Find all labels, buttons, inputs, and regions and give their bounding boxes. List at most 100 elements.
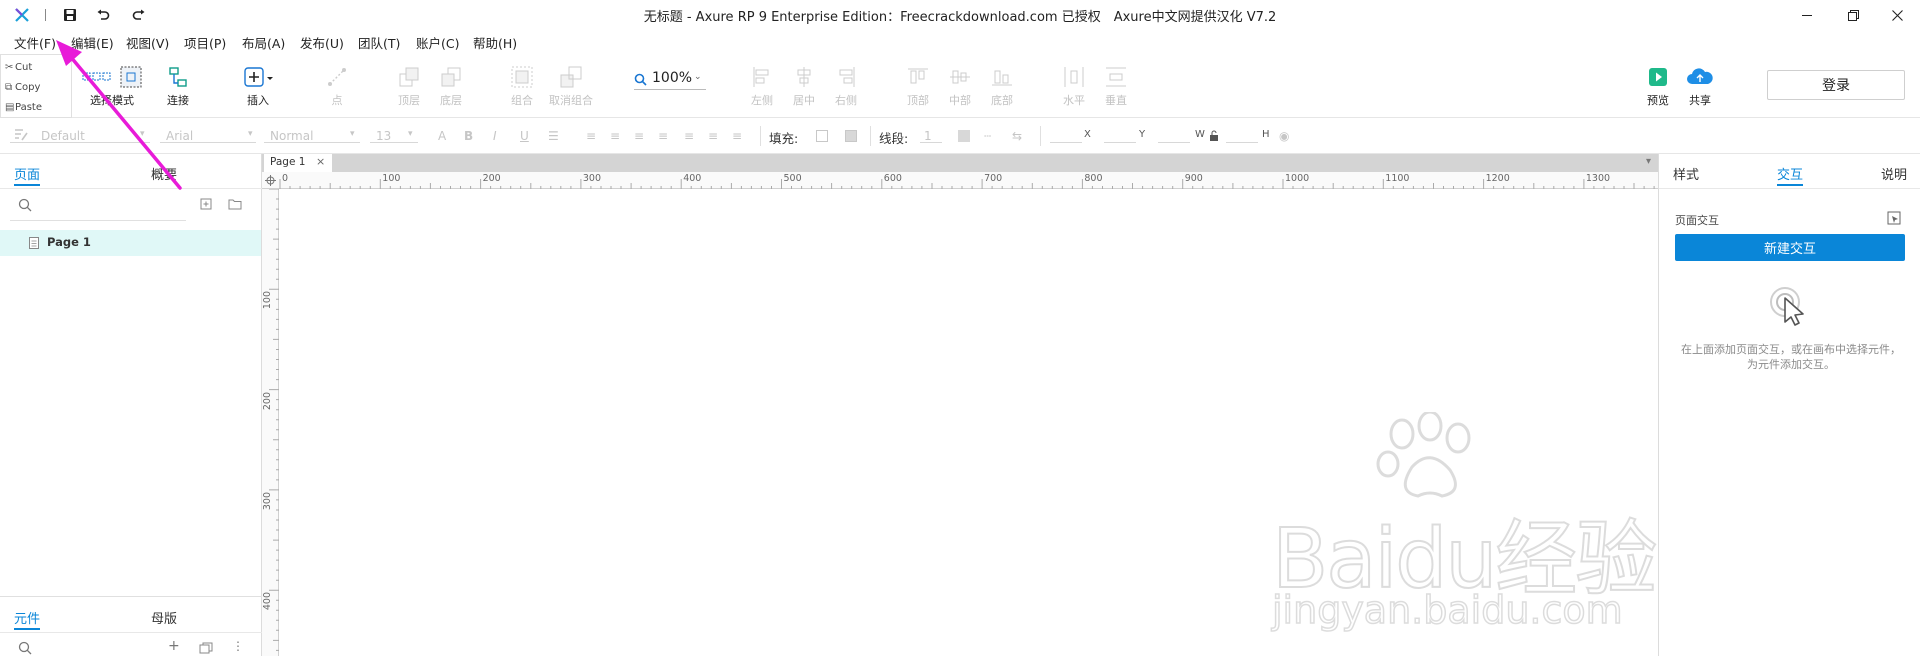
line-label: 线段: (879, 131, 909, 146)
align-middle-button[interactable]: 中部 (936, 64, 984, 108)
line-color-swatch[interactable] (958, 130, 970, 142)
x-input[interactable] (1050, 142, 1082, 143)
ruler-tick-label: 600 (883, 173, 902, 184)
fill-color-swatch[interactable] (816, 130, 828, 142)
visibility-eye-icon[interactable]: ◉ (1279, 129, 1289, 143)
baidu-watermark-url: jingyan.baidu.com (1271, 587, 1623, 633)
library-menu-icon[interactable] (199, 642, 213, 654)
preview-play-icon (1649, 68, 1667, 86)
panel-section-divider (0, 596, 262, 597)
w-label: W (1195, 129, 1205, 140)
tab-masters[interactable]: 母版 (151, 608, 177, 627)
h-input[interactable] (1226, 142, 1258, 143)
line-width-underline (920, 142, 942, 143)
horizontal-ruler: 0 100 200 300 400 500 600 700 800 900 1000 1100 1200… (262, 172, 1658, 189)
axure-app-window: 无标题 - Axure RP 9 Enterprise Edition：Free… (0, 0, 1920, 656)
align-left-button[interactable]: 左侧 (738, 64, 786, 108)
underline-icon[interactable]: U (520, 129, 529, 143)
align-bottom-button[interactable]: 底部 (978, 64, 1026, 108)
interaction-hint-text: 在上面添加页面交互，或在画布中选择元件，为元件添加交互。 (1681, 343, 1901, 371)
add-library-icon[interactable]: + (168, 638, 180, 654)
align-right-button[interactable]: 右侧 (822, 64, 870, 108)
distribute-vertical-button[interactable]: 垂直 (1092, 64, 1140, 108)
distribute-horizontal-button[interactable]: 水平 (1050, 64, 1098, 108)
widget-search-icon[interactable] (18, 641, 32, 655)
baidu-paw-icon (1376, 412, 1471, 498)
right-panel: 样式 交互 说明 页面交互 新建交互 在上面添加页面交互，或在画布中选择元件，为… (1658, 154, 1920, 656)
tab-interaction-underline (1777, 184, 1803, 186)
minimize-icon[interactable] (1784, 0, 1830, 30)
align-text-right-icon[interactable]: ≡ (634, 129, 644, 143)
line-pattern-icon[interactable]: ┄ (984, 129, 991, 143)
align-left-icon (753, 67, 769, 87)
zoom-dropdown[interactable]: 100% ⌄ (634, 68, 706, 90)
tab-style[interactable]: 样式 (1673, 164, 1699, 183)
login-button[interactable]: 登录 (1767, 70, 1905, 100)
ruler-tick-label: 1200 (1485, 173, 1510, 184)
align-top-label: 顶部 (907, 94, 929, 107)
send-to-back-icon (441, 67, 461, 87)
valign-top-icon[interactable]: ≡ (684, 129, 694, 143)
ruler-tick-label: 1300 (1585, 173, 1611, 184)
ungroup-label: 取消组合 (549, 94, 593, 107)
bold-icon[interactable]: B (464, 129, 473, 143)
shadow-swatch[interactable] (845, 130, 857, 142)
menu-help[interactable]: 帮助(H) (473, 33, 517, 52)
align-center-icon (797, 67, 811, 87)
y-input[interactable] (1104, 142, 1136, 143)
fill-label: 填充: (769, 131, 799, 146)
close-icon[interactable] (1874, 0, 1920, 30)
valign-bottom-icon[interactable]: ≡ (732, 129, 742, 143)
align-bottom-label: 底部 (991, 94, 1013, 107)
tab-widgets[interactable]: 元件 (14, 608, 40, 627)
arrow-style-icon[interactable]: ⇆ (1012, 129, 1022, 143)
menu-account[interactable]: 账户(C) (416, 33, 459, 52)
align-text-left-icon[interactable]: ≡ (586, 129, 596, 143)
w-input[interactable] (1158, 142, 1190, 143)
align-right-icon (839, 67, 855, 87)
chevron-down-icon: ⌄ (694, 72, 702, 82)
line-width-input[interactable]: 1 (924, 129, 932, 143)
tab-notes[interactable]: 说明 (1881, 164, 1907, 183)
preview-button[interactable]: 预览 (1634, 64, 1682, 108)
share-cloud-icon (1687, 68, 1713, 84)
interaction-settings-icon[interactable] (1887, 211, 1901, 225)
text-color-icon[interactable]: A (438, 129, 446, 143)
align-top-button[interactable]: 顶部 (894, 64, 942, 108)
bullet-list-icon[interactable]: ☰ (548, 129, 559, 143)
align-text-justify-icon[interactable]: ≡ (658, 129, 668, 143)
ungroup-icon (560, 66, 582, 88)
align-text-center-icon[interactable]: ≡ (610, 129, 620, 143)
restore-icon[interactable] (1830, 0, 1876, 30)
align-center-label: 居中 (793, 94, 815, 107)
ruler-tick-label: 200 (482, 173, 501, 184)
ruler-tick-label: 900 (1184, 173, 1203, 184)
distribute-vertical-label: 垂直 (1105, 94, 1127, 107)
ruler-tick-label: 500 (783, 173, 802, 184)
italic-icon[interactable]: I (493, 129, 497, 143)
valign-middle-icon[interactable]: ≡ (708, 129, 718, 143)
ungroup-button[interactable]: 取消组合 (546, 64, 596, 108)
bottom-layer-button[interactable]: 底层 (427, 64, 475, 108)
distribute-horizontal-label: 水平 (1063, 94, 1085, 107)
ruler-tick-label: 300 (582, 173, 602, 184)
align-middle-label: 中部 (949, 94, 971, 107)
zoom-value: 100% (652, 70, 693, 86)
lock-ratio-icon[interactable] (1209, 130, 1219, 142)
canvas-area: Page 1 × ▾ 0 100 200 300 400 500 600 700 800 900 1… (262, 154, 1658, 656)
share-label: 共享 (1689, 94, 1711, 107)
h-label: H (1262, 129, 1270, 140)
align-top-icon (908, 68, 928, 84)
stylebar-divider (760, 126, 761, 146)
new-interaction-button[interactable]: 新建交互 (1675, 234, 1905, 261)
preview-label: 预览 (1647, 94, 1669, 107)
share-button[interactable]: 共享 (1676, 64, 1724, 108)
group-button[interactable]: 组合 (498, 64, 546, 108)
more-options-icon[interactable]: ⋮ (232, 639, 244, 653)
tab-widgets-underline (14, 628, 40, 630)
tab-divider (1659, 188, 1920, 189)
tab-overflow-icon[interactable]: ▾ (1646, 156, 1651, 167)
align-center-button[interactable]: 居中 (780, 64, 828, 108)
tab-interaction[interactable]: 交互 (1777, 164, 1803, 183)
ruler-tick-label: 400 (683, 173, 702, 184)
